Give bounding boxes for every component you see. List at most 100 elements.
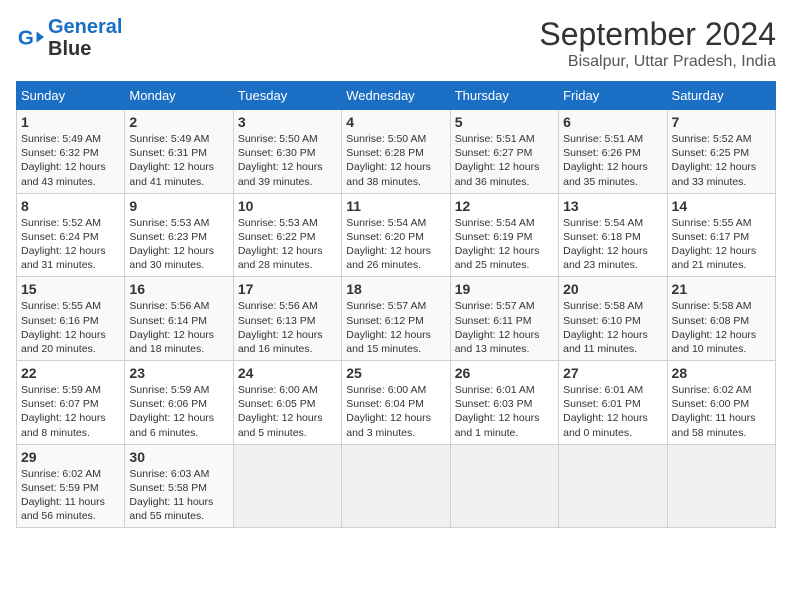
sunset-label: Sunset: 6:17 PM: [672, 231, 750, 243]
sunset-label: Sunset: 6:00 PM: [672, 398, 750, 410]
sunrise-label: Sunrise: 5:50 AM: [346, 133, 426, 145]
sunrise-label: Sunrise: 5:54 AM: [346, 217, 426, 229]
day-info: Sunrise: 5:54 AM Sunset: 6:20 PM Dayligh…: [346, 216, 445, 273]
sunrise-label: Sunrise: 5:56 AM: [238, 300, 318, 312]
day-info: Sunrise: 6:00 AM Sunset: 6:04 PM Dayligh…: [346, 383, 445, 440]
calendar-cell: [342, 444, 450, 528]
day-info: Sunrise: 5:56 AM Sunset: 6:13 PM Dayligh…: [238, 299, 337, 356]
daylight-label: Daylight: 11 hours and 55 minutes.: [129, 496, 213, 522]
sunrise-label: Sunrise: 6:01 AM: [563, 384, 643, 396]
calendar-cell: 22 Sunrise: 5:59 AM Sunset: 6:07 PM Dayl…: [17, 361, 125, 445]
day-number: 6: [563, 114, 662, 130]
day-info: Sunrise: 5:58 AM Sunset: 6:08 PM Dayligh…: [672, 299, 771, 356]
daylight-label: Daylight: 12 hours and 30 minutes.: [129, 245, 214, 271]
day-number: 11: [346, 198, 445, 214]
day-number: 14: [672, 198, 771, 214]
day-number: 27: [563, 365, 662, 381]
sunrise-label: Sunrise: 5:58 AM: [563, 300, 643, 312]
daylight-label: Daylight: 12 hours and 39 minutes.: [238, 161, 323, 187]
daylight-label: Daylight: 12 hours and 28 minutes.: [238, 245, 323, 271]
sunset-label: Sunset: 6:03 PM: [455, 398, 533, 410]
sunset-label: Sunset: 6:04 PM: [346, 398, 424, 410]
sunrise-label: Sunrise: 5:59 AM: [21, 384, 101, 396]
calendar-title: September 2024: [539, 16, 776, 53]
calendar-cell: 21 Sunrise: 5:58 AM Sunset: 6:08 PM Dayl…: [667, 277, 775, 361]
daylight-label: Daylight: 12 hours and 18 minutes.: [129, 329, 214, 355]
sunrise-label: Sunrise: 5:49 AM: [21, 133, 101, 145]
col-wednesday: Wednesday: [342, 82, 450, 110]
daylight-label: Daylight: 11 hours and 58 minutes.: [672, 412, 756, 438]
daylight-label: Daylight: 12 hours and 23 minutes.: [563, 245, 648, 271]
calendar-row: 15 Sunrise: 5:55 AM Sunset: 6:16 PM Dayl…: [17, 277, 776, 361]
calendar-cell: 16 Sunrise: 5:56 AM Sunset: 6:14 PM Dayl…: [125, 277, 233, 361]
day-number: 18: [346, 281, 445, 297]
day-info: Sunrise: 6:00 AM Sunset: 6:05 PM Dayligh…: [238, 383, 337, 440]
sunrise-label: Sunrise: 6:00 AM: [238, 384, 318, 396]
calendar-cell: 27 Sunrise: 6:01 AM Sunset: 6:01 PM Dayl…: [559, 361, 667, 445]
sunrise-label: Sunrise: 5:57 AM: [455, 300, 535, 312]
day-number: 29: [21, 449, 120, 465]
calendar-row: 29 Sunrise: 6:02 AM Sunset: 5:59 PM Dayl…: [17, 444, 776, 528]
daylight-label: Daylight: 12 hours and 26 minutes.: [346, 245, 431, 271]
calendar-cell: 1 Sunrise: 5:49 AM Sunset: 6:32 PM Dayli…: [17, 110, 125, 194]
day-number: 19: [455, 281, 554, 297]
sunset-label: Sunset: 6:25 PM: [672, 147, 750, 159]
sunset-label: Sunset: 6:14 PM: [129, 315, 207, 327]
day-number: 21: [672, 281, 771, 297]
calendar-row: 8 Sunrise: 5:52 AM Sunset: 6:24 PM Dayli…: [17, 193, 776, 277]
title-block: September 2024 Bisalpur, Uttar Pradesh, …: [539, 16, 776, 71]
calendar-cell: 25 Sunrise: 6:00 AM Sunset: 6:04 PM Dayl…: [342, 361, 450, 445]
calendar-cell: 28 Sunrise: 6:02 AM Sunset: 6:00 PM Dayl…: [667, 361, 775, 445]
day-number: 4: [346, 114, 445, 130]
calendar-cell: 20 Sunrise: 5:58 AM Sunset: 6:10 PM Dayl…: [559, 277, 667, 361]
sunrise-label: Sunrise: 5:49 AM: [129, 133, 209, 145]
day-info: Sunrise: 5:54 AM Sunset: 6:19 PM Dayligh…: [455, 216, 554, 273]
sunrise-label: Sunrise: 5:54 AM: [455, 217, 535, 229]
sunrise-label: Sunrise: 6:01 AM: [455, 384, 535, 396]
day-number: 3: [238, 114, 337, 130]
sunset-label: Sunset: 6:13 PM: [238, 315, 316, 327]
col-saturday: Saturday: [667, 82, 775, 110]
day-info: Sunrise: 5:54 AM Sunset: 6:18 PM Dayligh…: [563, 216, 662, 273]
sunrise-label: Sunrise: 5:54 AM: [563, 217, 643, 229]
sunrise-label: Sunrise: 5:55 AM: [21, 300, 101, 312]
day-number: 30: [129, 449, 228, 465]
calendar-table: Sunday Monday Tuesday Wednesday Thursday…: [16, 81, 776, 528]
calendar-header-row: Sunday Monday Tuesday Wednesday Thursday…: [17, 82, 776, 110]
sunrise-label: Sunrise: 5:53 AM: [238, 217, 318, 229]
sunrise-label: Sunrise: 5:58 AM: [672, 300, 752, 312]
day-number: 13: [563, 198, 662, 214]
calendar-cell: 6 Sunrise: 5:51 AM Sunset: 6:26 PM Dayli…: [559, 110, 667, 194]
calendar-cell: 3 Sunrise: 5:50 AM Sunset: 6:30 PM Dayli…: [233, 110, 341, 194]
sunrise-label: Sunrise: 5:52 AM: [21, 217, 101, 229]
daylight-label: Daylight: 12 hours and 25 minutes.: [455, 245, 540, 271]
calendar-cell: 9 Sunrise: 5:53 AM Sunset: 6:23 PM Dayli…: [125, 193, 233, 277]
day-number: 25: [346, 365, 445, 381]
sunset-label: Sunset: 6:20 PM: [346, 231, 424, 243]
calendar-cell: [450, 444, 558, 528]
logo-text: GeneralBlue: [48, 16, 122, 60]
day-number: 22: [21, 365, 120, 381]
day-info: Sunrise: 5:51 AM Sunset: 6:26 PM Dayligh…: [563, 132, 662, 189]
day-number: 5: [455, 114, 554, 130]
sunset-label: Sunset: 6:08 PM: [672, 315, 750, 327]
daylight-label: Daylight: 11 hours and 56 minutes.: [21, 496, 105, 522]
col-tuesday: Tuesday: [233, 82, 341, 110]
day-info: Sunrise: 5:58 AM Sunset: 6:10 PM Dayligh…: [563, 299, 662, 356]
calendar-cell: 23 Sunrise: 5:59 AM Sunset: 6:06 PM Dayl…: [125, 361, 233, 445]
logo-icon: G: [16, 24, 44, 52]
col-thursday: Thursday: [450, 82, 558, 110]
sunset-label: Sunset: 6:22 PM: [238, 231, 316, 243]
daylight-label: Daylight: 12 hours and 35 minutes.: [563, 161, 648, 187]
day-info: Sunrise: 6:02 AM Sunset: 6:00 PM Dayligh…: [672, 383, 771, 440]
calendar-row: 22 Sunrise: 5:59 AM Sunset: 6:07 PM Dayl…: [17, 361, 776, 445]
sunrise-label: Sunrise: 6:02 AM: [672, 384, 752, 396]
day-info: Sunrise: 5:50 AM Sunset: 6:28 PM Dayligh…: [346, 132, 445, 189]
calendar-cell: 11 Sunrise: 5:54 AM Sunset: 6:20 PM Dayl…: [342, 193, 450, 277]
calendar-cell: 29 Sunrise: 6:02 AM Sunset: 5:59 PM Dayl…: [17, 444, 125, 528]
daylight-label: Daylight: 12 hours and 6 minutes.: [129, 412, 214, 438]
sunset-label: Sunset: 6:07 PM: [21, 398, 99, 410]
sunset-label: Sunset: 6:18 PM: [563, 231, 641, 243]
calendar-cell: 24 Sunrise: 6:00 AM Sunset: 6:05 PM Dayl…: [233, 361, 341, 445]
day-number: 17: [238, 281, 337, 297]
